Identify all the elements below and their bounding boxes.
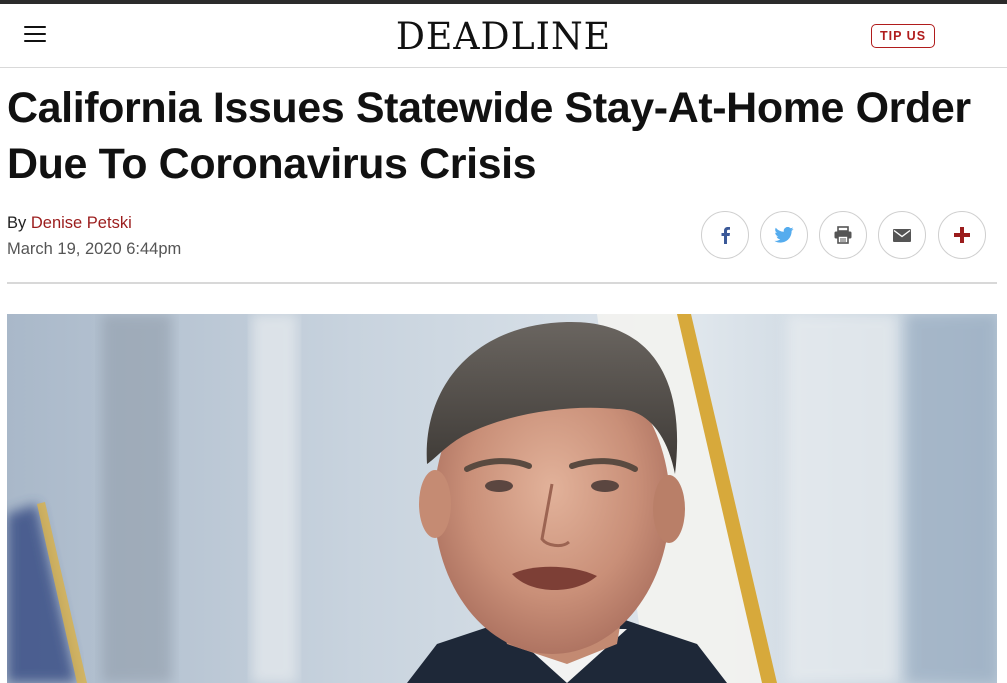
article-headline: California Issues Statewide Stay-At-Home… <box>7 84 971 188</box>
twitter-icon <box>774 227 794 243</box>
hero-photo-illustration <box>7 314 997 683</box>
more-share-button[interactable] <box>938 211 986 259</box>
publish-date: March 19, 2020 6:44pm <box>7 240 182 258</box>
facebook-icon <box>721 227 730 244</box>
print-icon <box>834 226 852 244</box>
header-divider <box>7 282 997 284</box>
email-icon <box>893 228 911 242</box>
hero-photo <box>7 314 997 683</box>
author-link[interactable]: Denise Petski <box>31 214 132 232</box>
print-button[interactable] <box>819 211 867 259</box>
byline-prefix: By <box>7 214 27 232</box>
site-logo[interactable]: DEADLINE <box>10 15 997 59</box>
site-header: DEADLINE TIP US <box>0 4 1007 68</box>
email-share-button[interactable] <box>878 211 926 259</box>
tip-us-button[interactable]: TIP US <box>871 24 935 48</box>
byline: By Denise Petski <box>7 214 132 233</box>
share-twitter-button[interactable] <box>760 211 808 259</box>
share-facebook-button[interactable] <box>701 211 749 259</box>
more-share-icon <box>954 227 970 243</box>
